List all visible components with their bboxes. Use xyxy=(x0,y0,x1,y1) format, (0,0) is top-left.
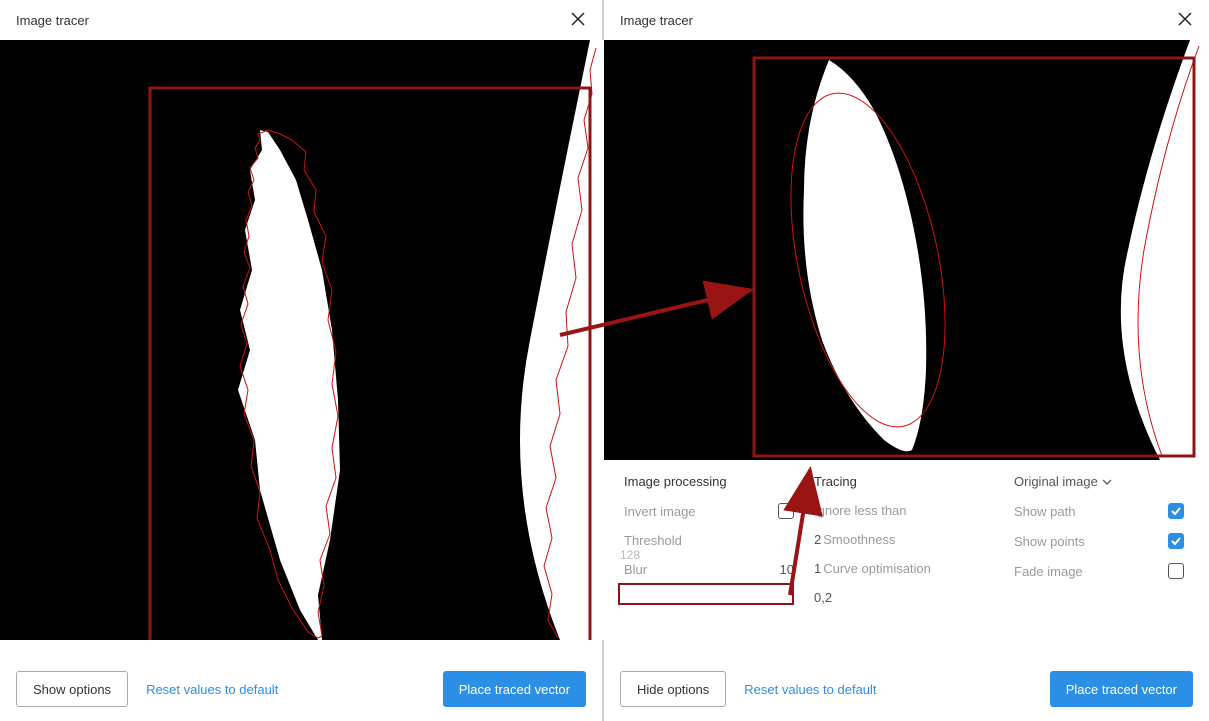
title-left: Image tracer xyxy=(16,13,89,28)
invert-image-checkbox[interactable] xyxy=(778,503,794,519)
invert-image-row: Invert image xyxy=(624,503,794,519)
options-tracing: Tracing Ignore less than 2 Smoothness 1 … xyxy=(814,474,994,605)
showpoints-row: Show points xyxy=(1014,533,1184,549)
panel-right: Image tracer Im xyxy=(604,0,1209,721)
threshold-row: Threshold xyxy=(624,533,794,548)
dropdown-label: Original image xyxy=(1014,474,1098,489)
panel-left: Image tracer Show options xyxy=(0,0,604,721)
header-right: Image tracer xyxy=(604,0,1209,40)
smoothness-value-display: 1 xyxy=(814,561,821,576)
curveopt-row: 1 Curve optimisation xyxy=(814,561,994,576)
blur-value[interactable]: 10 xyxy=(780,562,794,577)
smoothness-row: 2 Smoothness xyxy=(814,532,994,547)
canvas-left xyxy=(0,40,602,640)
options-panel: Image processing Invert image Threshold … xyxy=(604,460,1209,609)
footer-right: Hide options Reset values to default Pla… xyxy=(604,657,1209,721)
threshold-left-value: 128 xyxy=(620,548,640,562)
fade-label: Fade image xyxy=(1014,564,1083,579)
showpath-row: Show path xyxy=(1014,503,1184,519)
image-processing-title: Image processing xyxy=(624,474,794,489)
header-left: Image tracer xyxy=(0,0,602,40)
tracing-title: Tracing xyxy=(814,474,994,489)
showpath-checkbox[interactable] xyxy=(1168,503,1184,519)
blur-row: 128 Blur 10 xyxy=(624,562,794,577)
curveopt-value-display: 0,2 xyxy=(814,590,832,605)
invert-image-label: Invert image xyxy=(624,504,696,519)
reset-link-right[interactable]: Reset values to default xyxy=(744,682,876,697)
showpoints-label: Show points xyxy=(1014,534,1085,549)
smoothness-label: Smoothness xyxy=(823,532,895,547)
threshold-label: Threshold xyxy=(624,533,682,548)
close-icon[interactable] xyxy=(1177,11,1193,30)
blur-highlight-box xyxy=(618,583,794,605)
showpath-label: Show path xyxy=(1014,504,1075,519)
footer-left: Show options Reset values to default Pla… xyxy=(0,657,602,721)
canvas-right xyxy=(604,40,1209,460)
chevron-down-icon xyxy=(1102,477,1112,487)
ignore-row: Ignore less than xyxy=(814,503,994,518)
place-vector-button-left[interactable]: Place traced vector xyxy=(443,671,586,707)
show-options-button[interactable]: Show options xyxy=(16,671,128,707)
close-icon[interactable] xyxy=(570,11,586,30)
fade-row: Fade image xyxy=(1014,563,1184,579)
title-right: Image tracer xyxy=(620,13,693,28)
original-image-dropdown[interactable]: Original image xyxy=(1014,474,1112,489)
fade-checkbox[interactable] xyxy=(1168,563,1184,579)
hide-options-button[interactable]: Hide options xyxy=(620,671,726,707)
ignore-value-display: 2 xyxy=(814,532,821,547)
showpoints-checkbox[interactable] xyxy=(1168,533,1184,549)
options-display: Original image Show path Show points Fad… xyxy=(1014,474,1184,605)
blur-label: Blur xyxy=(624,562,647,577)
ignore-label: Ignore less than xyxy=(814,503,907,518)
curveopt-label: Curve optimisation xyxy=(823,561,931,576)
reset-link-left[interactable]: Reset values to default xyxy=(146,682,278,697)
options-image-processing: Image processing Invert image Threshold … xyxy=(624,474,794,605)
curveopt-value-row: 0,2 xyxy=(814,590,994,605)
place-vector-button-right[interactable]: Place traced vector xyxy=(1050,671,1193,707)
